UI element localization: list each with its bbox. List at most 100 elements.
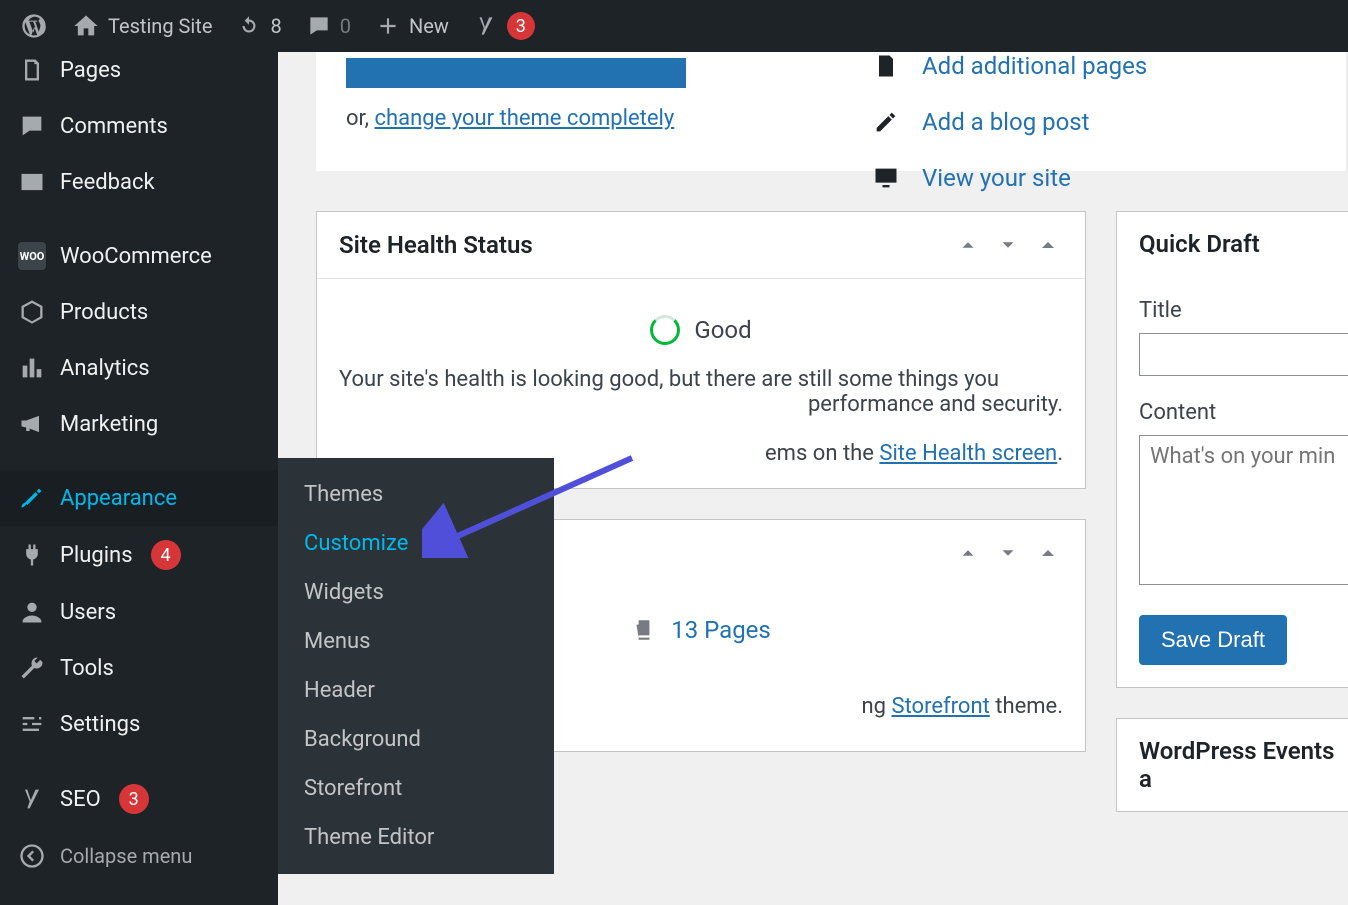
monitor-icon	[872, 164, 900, 192]
qd-content-textarea[interactable]	[1139, 435, 1348, 585]
yoast-icon	[18, 785, 46, 813]
yoast-menu[interactable]: 3	[461, 0, 547, 52]
wrench-icon	[18, 654, 46, 682]
submenu-storefront[interactable]: Storefront	[278, 764, 554, 813]
chevron-down-icon	[997, 542, 1019, 564]
view-site-link[interactable]: View your site	[872, 164, 1147, 192]
qd-title-input[interactable]	[1139, 333, 1348, 376]
sliders-icon	[18, 710, 46, 738]
sidebar-item-woocommerce[interactable]: WOO WooCommerce	[0, 228, 278, 284]
seo-badge: 3	[119, 784, 149, 814]
sidebar-item-analytics[interactable]: Analytics	[0, 340, 278, 396]
pages-icon	[631, 617, 657, 643]
sidebar-item-pages[interactable]: Pages	[0, 52, 278, 98]
sidebar-item-users[interactable]: Users	[0, 584, 278, 640]
write-icon	[872, 108, 900, 136]
toggle-button[interactable]	[1033, 538, 1063, 568]
add-pages-link[interactable]: Add additional pages	[872, 52, 1147, 80]
menu-label: Settings	[60, 712, 140, 737]
collapse-menu[interactable]: Collapse menu	[0, 828, 278, 884]
submenu-background[interactable]: Background	[278, 715, 554, 764]
yoast-icon	[473, 13, 499, 39]
box-icon	[18, 298, 46, 326]
new-label: New	[409, 14, 449, 38]
new-content[interactable]: New	[363, 0, 461, 52]
change-theme-link[interactable]: change your theme completely	[374, 106, 674, 131]
sidebar-item-plugins[interactable]: Plugins 4	[0, 526, 278, 584]
qd-content-label: Content	[1139, 400, 1348, 425]
theme-link[interactable]: Storefront	[892, 694, 990, 719]
customize-site-button[interactable]	[346, 58, 686, 88]
submenu-menus[interactable]: Menus	[278, 617, 554, 666]
submenu-header[interactable]: Header	[278, 666, 554, 715]
submenu-themes[interactable]: Themes	[278, 470, 554, 519]
sidebar-item-appearance[interactable]: Appearance	[0, 470, 278, 526]
menu-label: Collapse menu	[60, 844, 192, 868]
sidebar-item-seo[interactable]: SEO 3	[0, 770, 278, 828]
wordpress-icon	[20, 12, 48, 40]
caret-up-icon	[1039, 236, 1057, 254]
menu-label: Analytics	[60, 356, 150, 381]
refresh-icon	[236, 13, 262, 39]
submenu-customize[interactable]: Customize	[278, 519, 554, 568]
updates[interactable]: 8	[224, 0, 293, 52]
caret-up-icon	[1039, 544, 1057, 562]
plug-icon	[18, 541, 46, 569]
health-status-text: Good	[694, 316, 751, 344]
quick-draft-postbox: Quick Draft Title Content Save Draft	[1116, 211, 1348, 688]
submenu-widgets[interactable]: Widgets	[278, 568, 554, 617]
site-health-title: Site Health Status	[339, 231, 533, 259]
quick-draft-title: Quick Draft	[1139, 230, 1260, 258]
change-theme-line: or, change your theme completely	[346, 106, 1316, 131]
events-postbox: WordPress Events a	[1116, 718, 1348, 812]
move-up-button[interactable]	[953, 230, 983, 260]
menu-label: Appearance	[60, 486, 177, 511]
comment-icon	[18, 112, 46, 140]
pages-icon	[18, 56, 46, 84]
health-ring-icon	[650, 315, 680, 345]
chevron-up-icon	[957, 234, 979, 256]
site-health-screen-link[interactable]: Site Health screen	[879, 441, 1057, 466]
chevron-down-icon	[997, 234, 1019, 256]
events-title: WordPress Events a	[1139, 737, 1348, 793]
site-home[interactable]: Testing Site	[60, 0, 224, 52]
home-icon	[72, 12, 100, 40]
menu-label: Tools	[60, 656, 114, 681]
sidebar-item-products[interactable]: Products	[0, 284, 278, 340]
wp-logo[interactable]	[8, 0, 60, 52]
welcome-right-column: Add additional pages Add a blog post Vie…	[872, 52, 1147, 192]
plus-icon	[375, 13, 401, 39]
menu-label: Products	[60, 300, 148, 325]
toggle-button[interactable]	[1033, 230, 1063, 260]
comments-bubble[interactable]: 0	[294, 0, 363, 52]
welcome-panel: or, change your theme completely Add add…	[316, 52, 1346, 171]
submenu-theme-editor[interactable]: Theme Editor	[278, 813, 554, 862]
menu-label: Plugins	[60, 543, 133, 568]
bars-icon	[18, 354, 46, 382]
sidebar-item-comments[interactable]: Comments	[0, 98, 278, 154]
health-p1: Your site's health is looking good, but …	[339, 367, 1063, 392]
move-up-button[interactable]	[953, 538, 983, 568]
site-name: Testing Site	[108, 14, 212, 38]
add-page-icon	[872, 52, 900, 80]
menu-label: SEO	[60, 787, 101, 812]
add-post-link[interactable]: Add a blog post	[872, 108, 1147, 136]
move-down-button[interactable]	[993, 230, 1023, 260]
appearance-submenu: Themes Customize Widgets Menus Header Ba…	[278, 458, 554, 874]
menu-label: Feedback	[60, 170, 155, 195]
menu-label: Comments	[60, 114, 168, 139]
plugins-badge: 4	[151, 540, 181, 570]
woo-icon: WOO	[18, 242, 46, 270]
save-draft-button[interactable]: Save Draft	[1139, 615, 1287, 665]
updates-count: 8	[270, 14, 281, 38]
sidebar-item-settings[interactable]: Settings	[0, 696, 278, 752]
health-p1b: performance and security.	[339, 392, 1063, 417]
comment-icon	[306, 13, 332, 39]
qd-title-label: Title	[1139, 298, 1348, 323]
move-down-button[interactable]	[993, 538, 1023, 568]
sidebar-item-tools[interactable]: Tools	[0, 640, 278, 696]
sidebar-item-feedback[interactable]: Feedback	[0, 154, 278, 210]
sidebar-item-marketing[interactable]: Marketing	[0, 396, 278, 452]
user-icon	[18, 598, 46, 626]
megaphone-icon	[18, 410, 46, 438]
